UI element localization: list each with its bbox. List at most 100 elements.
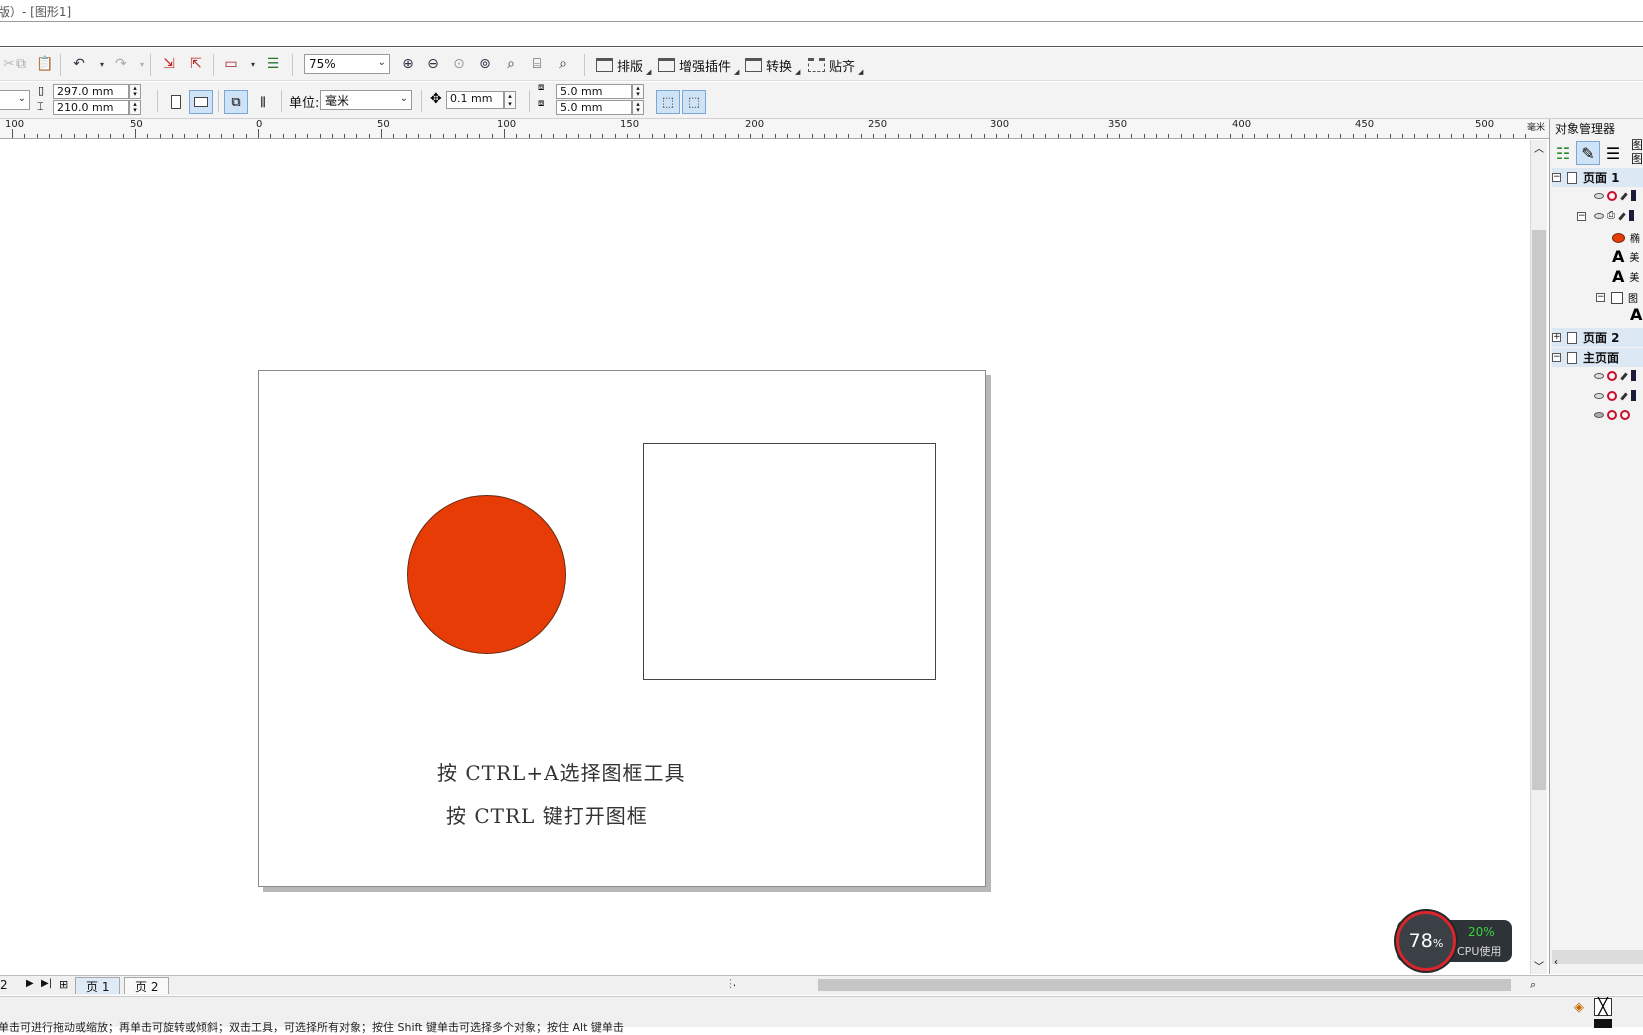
spinner-arrows-icon[interactable]: ▴ ▾ [129, 84, 141, 99]
landscape-button[interactable] [189, 90, 213, 114]
spinner-arrows-icon[interactable]: ▴ ▾ [632, 100, 644, 115]
export-icon[interactable]: ⇱ [187, 55, 205, 73]
tree-object-text[interactable]: A 美 [1612, 267, 1639, 286]
import-icon[interactable]: ⇲ [160, 55, 178, 73]
snap-button[interactable]: 贴齐 ◢ [808, 54, 863, 76]
page-height-input[interactable]: 210.0 mm ▴ ▾ [53, 100, 141, 115]
zoom-all-icon[interactable]: ⊚ [476, 55, 494, 73]
current-page-button[interactable]: ⫼ [251, 90, 275, 114]
ellipse-shape[interactable] [407, 495, 566, 654]
duplicate-x-input[interactable]: 5.0 mm ▴ ▾ [556, 84, 644, 99]
show-properties-button[interactable]: ☷ [1551, 141, 1575, 165]
eye-icon[interactable] [1594, 192, 1604, 199]
eye-icon[interactable] [1594, 372, 1604, 379]
tree-page-2[interactable]: + 页面 2 [1552, 328, 1643, 347]
tree-object-frame[interactable]: − 图 [1596, 290, 1638, 305]
publish-icon[interactable]: ▭ [222, 55, 240, 73]
fill-icon[interactable]: ◈ [1574, 1000, 1584, 1015]
pencil-icon[interactable] [1620, 372, 1628, 381]
scroll-up-icon[interactable]: ︿ [1534, 140, 1544, 155]
collapse-icon[interactable]: − [1552, 173, 1561, 182]
spinner-arrows-icon[interactable]: ▴ ▾ [129, 100, 141, 115]
tree-page-1[interactable]: − 页面 1 [1552, 168, 1643, 187]
unit-select[interactable]: 毫米 ⌄ [320, 90, 412, 110]
collapse-icon[interactable]: − [1577, 212, 1586, 221]
spinner-arrows-icon[interactable]: ▴ ▾ [504, 91, 516, 109]
no-edit-icon[interactable] [1620, 410, 1630, 420]
paper-size-select[interactable]: ⌄ [0, 90, 30, 110]
canvas-text-ctrl-a[interactable]: 按 CTRL+A选择图框工具 [437, 757, 686, 786]
redo-dropdown-icon[interactable]: ▾ [133, 55, 151, 73]
undo-dropdown-icon[interactable]: ▾ [93, 55, 111, 73]
horizontal-ruler[interactable]: 100 50 0 50 100 150 200 250 300 350 400 … [0, 119, 1550, 139]
no-print-icon[interactable] [1607, 390, 1617, 401]
duplicate-y-input[interactable]: 5.0 mm ▴ ▾ [556, 100, 644, 115]
add-page-icon[interactable]: ⊞ [59, 978, 68, 991]
tree-object-text[interactable]: A 美 [1612, 247, 1639, 266]
collapse-icon[interactable]: − [1596, 293, 1605, 302]
docker-horizontal-scrollbar[interactable]: ‹ [1552, 950, 1643, 968]
options-icon[interactable]: ☰ [264, 55, 282, 73]
enhance-plugin-button[interactable]: 增强插件 ◢ [658, 54, 739, 76]
publish-dropdown-icon[interactable]: ▾ [244, 55, 262, 73]
last-page-icon[interactable]: ▶| [41, 978, 52, 989]
expand-icon[interactable]: + [1552, 333, 1561, 342]
pencil-icon[interactable] [1618, 212, 1626, 221]
layout-button[interactable]: 排版 ◢ [596, 54, 651, 76]
zoom-out-icon[interactable]: ⊖ [424, 55, 442, 73]
ruler-label: 150 [620, 119, 640, 130]
portrait-button[interactable] [164, 90, 188, 114]
page-tab-1[interactable]: 页 1 [75, 977, 121, 994]
no-print-icon[interactable] [1607, 370, 1617, 381]
spinner-arrows-icon[interactable]: ▴ ▾ [632, 84, 644, 99]
pencil-icon[interactable] [1620, 192, 1628, 201]
zoom-icon[interactable]: ⌕ [1530, 978, 1536, 992]
page-icon [1567, 171, 1577, 184]
tree-object-ellipse[interactable]: 椭 [1612, 230, 1640, 245]
zoom-selected-icon[interactable]: ⊙ [450, 55, 468, 73]
zoom-height-icon[interactable]: ⌕ [554, 55, 572, 73]
ruler-label: 300 [990, 119, 1010, 130]
printer-icon[interactable]: ⎙ [1607, 210, 1615, 221]
all-pages-button[interactable]: ⧉ [224, 90, 248, 114]
undo-icon[interactable]: ↶ [70, 55, 88, 73]
ruler-tick [836, 134, 838, 138]
zoom-in-icon[interactable]: ⊕ [399, 55, 417, 73]
eye-icon[interactable] [1594, 412, 1604, 418]
layer-controls [1594, 370, 1636, 381]
zoom-level-select[interactable]: 75% ⌄ [304, 54, 390, 74]
redo-icon[interactable]: ↷ [112, 55, 130, 73]
vertical-scroll-thumb[interactable] [1532, 230, 1546, 790]
treat-as-filled-button[interactable]: ⬚ [656, 90, 680, 114]
ruler-tick [233, 134, 235, 138]
convert-button[interactable]: 转换 ◢ [745, 54, 800, 76]
collapse-icon[interactable]: − [1552, 353, 1561, 362]
zoom-page-icon[interactable]: ⌕ [502, 55, 520, 73]
ruler-tick [294, 134, 296, 138]
layer-manager-view-button[interactable]: ☰ [1601, 141, 1625, 165]
powerclip-frame[interactable] [643, 443, 936, 680]
edit-across-layers-button[interactable]: ✎ [1576, 141, 1600, 165]
nudge-distance-input[interactable]: 0.1 mm ▴ ▾ [446, 91, 516, 109]
no-print-icon[interactable] [1607, 410, 1617, 420]
scroll-down-icon[interactable]: ﹀ [1534, 958, 1544, 973]
docker-side-tab[interactable]: 图 [1631, 150, 1643, 167]
paste-icon[interactable]: 📋 [36, 55, 54, 73]
page-width-input[interactable]: 297.0 mm ▴ ▾ [53, 84, 141, 99]
transform-objects-button[interactable]: ⬚ [682, 90, 706, 114]
no-print-icon[interactable] [1607, 190, 1617, 201]
ruler-tick [196, 134, 198, 138]
page-tab-2[interactable]: 页 2 [124, 977, 170, 994]
tree-master-page[interactable]: − 主页面 [1552, 348, 1643, 367]
horizontal-scroll-thumb[interactable] [818, 979, 1511, 991]
pencil-icon[interactable] [1620, 392, 1628, 401]
eye-icon[interactable] [1594, 392, 1604, 399]
canvas-text-ctrl[interactable]: 按 CTRL 键打开图框 [446, 800, 648, 829]
no-fill-swatch-icon[interactable]: ╳ [1594, 998, 1612, 1016]
copy-icon[interactable]: ⧉ [12, 55, 30, 73]
ruler-tick [590, 134, 592, 138]
next-page-icon[interactable]: ▶ [26, 978, 34, 989]
eye-icon[interactable] [1594, 212, 1604, 219]
zoom-width-icon[interactable]: ⌸ [528, 55, 546, 73]
scroll-left-icon[interactable]: ‹ [1552, 957, 1558, 968]
